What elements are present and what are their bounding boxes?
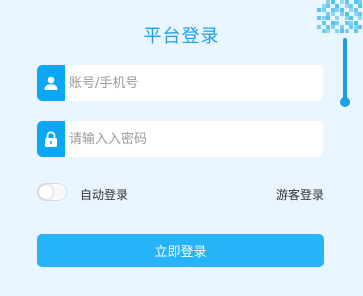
user-icon <box>37 65 65 101</box>
guest-login-link[interactable]: 游客登录 <box>276 186 324 203</box>
qr-cell <box>340 0 344 4</box>
qr-cell <box>330 0 335 4</box>
qr-cell <box>317 16 321 21</box>
qr-cell <box>326 16 331 21</box>
qr-cell <box>340 12 344 17</box>
qr-cell <box>330 12 335 17</box>
qr-cell <box>353 0 358 4</box>
lock-icon <box>37 121 65 157</box>
qr-cell <box>358 16 363 21</box>
qr-cell <box>344 4 349 9</box>
login-panel: 平台登录 自动登录 游客登录 立即登录 <box>0 0 363 296</box>
account-field <box>37 65 323 101</box>
account-input[interactable] <box>65 65 319 101</box>
qr-cell <box>317 8 321 13</box>
qr-cell <box>321 8 326 13</box>
auto-login-toggle[interactable] <box>37 183 67 201</box>
page-title: 平台登录 <box>143 26 220 47</box>
login-button[interactable]: 立即登录 <box>37 234 324 267</box>
qr-cell <box>335 8 340 13</box>
qr-cell <box>349 8 354 13</box>
qr-corner-dot <box>340 97 350 107</box>
qr-cell <box>353 12 358 17</box>
toggle-knob <box>39 185 53 199</box>
qr-cell <box>326 4 331 9</box>
password-input[interactable] <box>65 121 319 157</box>
password-field <box>37 121 323 157</box>
auto-login-label: 自动登录 <box>80 188 129 202</box>
qr-cell <box>358 4 363 9</box>
